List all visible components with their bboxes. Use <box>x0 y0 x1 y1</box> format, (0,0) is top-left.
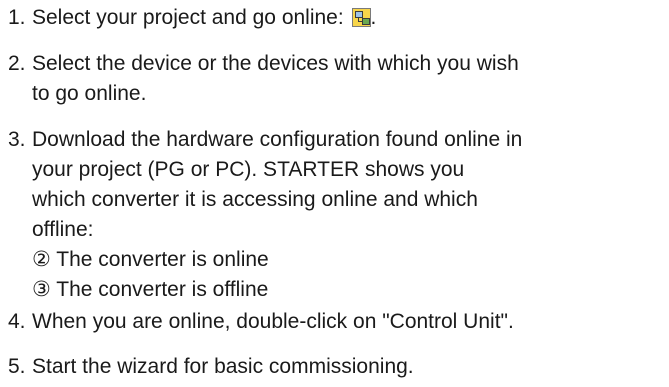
step-number: 5. <box>8 355 26 378</box>
step-line: your project (PG or PC). STARTER shows y… <box>32 158 465 181</box>
step-number: 2. <box>8 52 26 75</box>
step-line: Select your project and go online: <box>32 6 350 29</box>
go-online-icon[interactable] <box>351 8 371 27</box>
step-line: offline: <box>32 218 94 241</box>
step-line: which converter it is accessing online a… <box>32 188 478 211</box>
step-text: Download the hardware configuration foun… <box>32 125 522 305</box>
step-line: Select the device or the devices with wh… <box>32 52 519 75</box>
step-number: 1. <box>8 6 26 29</box>
step-text: Select the device or the devices with wh… <box>32 49 519 109</box>
callout-offline: ③ The converter is offline <box>32 278 269 301</box>
step-number: 4. <box>8 310 26 333</box>
step-line: When you are online, double-click on "Co… <box>32 310 514 333</box>
step-number: 3. <box>8 128 26 151</box>
step-line: to go online. <box>32 82 147 105</box>
callout-online: ② The converter is online <box>32 248 269 271</box>
instruction-list: 1. Select your project and go online: . … <box>0 0 669 387</box>
step-line: Download the hardware configuration foun… <box>32 128 523 151</box>
step-text: Select your project and go online: . <box>32 3 376 33</box>
step-line: Start the wizard for basic commissioning… <box>32 355 414 378</box>
step-text: Start the wizard for basic commissioning… <box>32 352 414 382</box>
step-text: When you are online, double-click on "Co… <box>32 307 514 337</box>
step-trailing: . <box>370 6 377 29</box>
